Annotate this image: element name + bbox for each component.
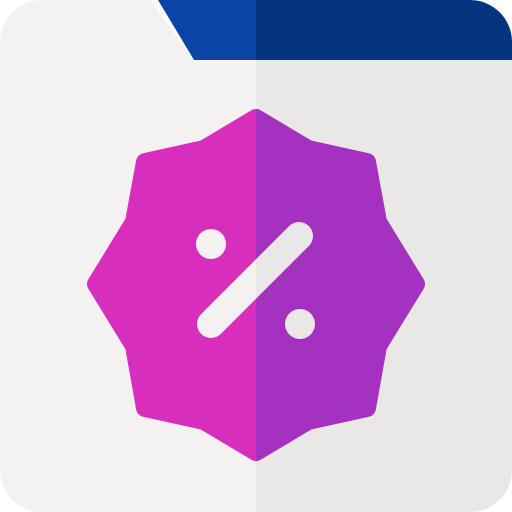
percent-dot-top bbox=[196, 229, 226, 259]
percent-dot-bottom bbox=[285, 309, 315, 339]
icon-graphic bbox=[0, 0, 512, 512]
discount-folder-icon bbox=[0, 0, 512, 512]
folder-tab bbox=[158, 0, 512, 60]
